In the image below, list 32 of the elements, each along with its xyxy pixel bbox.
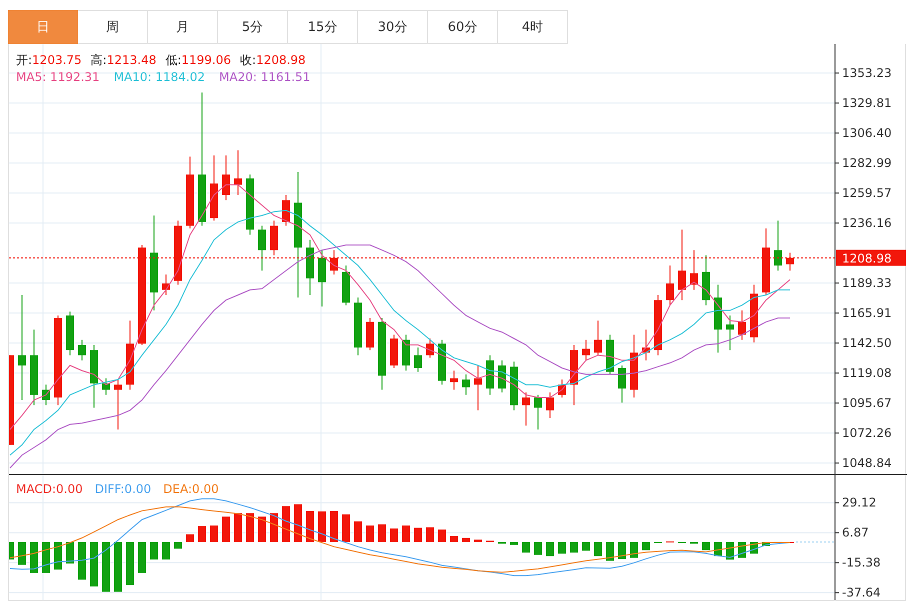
legend-label: MA20: 1161.51 [219, 70, 310, 84]
legend-label: 收: [240, 53, 256, 67]
axis-tick-label: 1119.08 [842, 366, 892, 380]
axis-tick-label: 1189.33 [842, 276, 892, 290]
legend-label: 低: [165, 53, 182, 67]
axis-tick-label: 1142.50 [842, 336, 892, 350]
legend-value: 1199.06 [181, 53, 232, 67]
axis-tick-label: 1282.99 [842, 156, 892, 170]
axis-tick-label: 1353.23 [842, 66, 892, 80]
legend-value: 1213.48 [106, 53, 156, 67]
legend-label: DIFF:0.00 [94, 482, 152, 496]
axis-tick-label: 1048.84 [842, 456, 892, 470]
legend-label: MA5: 1192.31 [16, 70, 100, 84]
axis-tick-label: 1306.40 [842, 126, 892, 140]
axis-tick-label: 1095.67 [842, 396, 892, 410]
axis-tick-label: 1165.91 [842, 306, 892, 320]
legend-value: 1203.75 [32, 53, 82, 67]
axis-tick-label: -37.64 [842, 586, 881, 600]
axis-tick-label: 1072.26 [842, 426, 892, 440]
legend-label: DEA:0.00 [163, 482, 219, 496]
axis-tick-label: 6.87 [842, 526, 869, 540]
legend-label: 开: [16, 53, 32, 67]
legend-label: MA10: 1184.02 [114, 70, 205, 84]
legend-label: 高: [90, 53, 107, 67]
legend-label: MACD:0.00 [16, 482, 83, 496]
axis-tick-label: -15.38 [842, 556, 881, 570]
legend-value: 1208.98 [256, 53, 306, 67]
axis-tick-label: 1259.57 [842, 186, 892, 200]
axis-tick-label: 1329.81 [842, 96, 892, 110]
axis-tick-label: 1236.16 [842, 216, 892, 230]
last-price-badge: 1208.98 [836, 250, 906, 266]
axis-tick-label: 29.12 [842, 496, 876, 510]
